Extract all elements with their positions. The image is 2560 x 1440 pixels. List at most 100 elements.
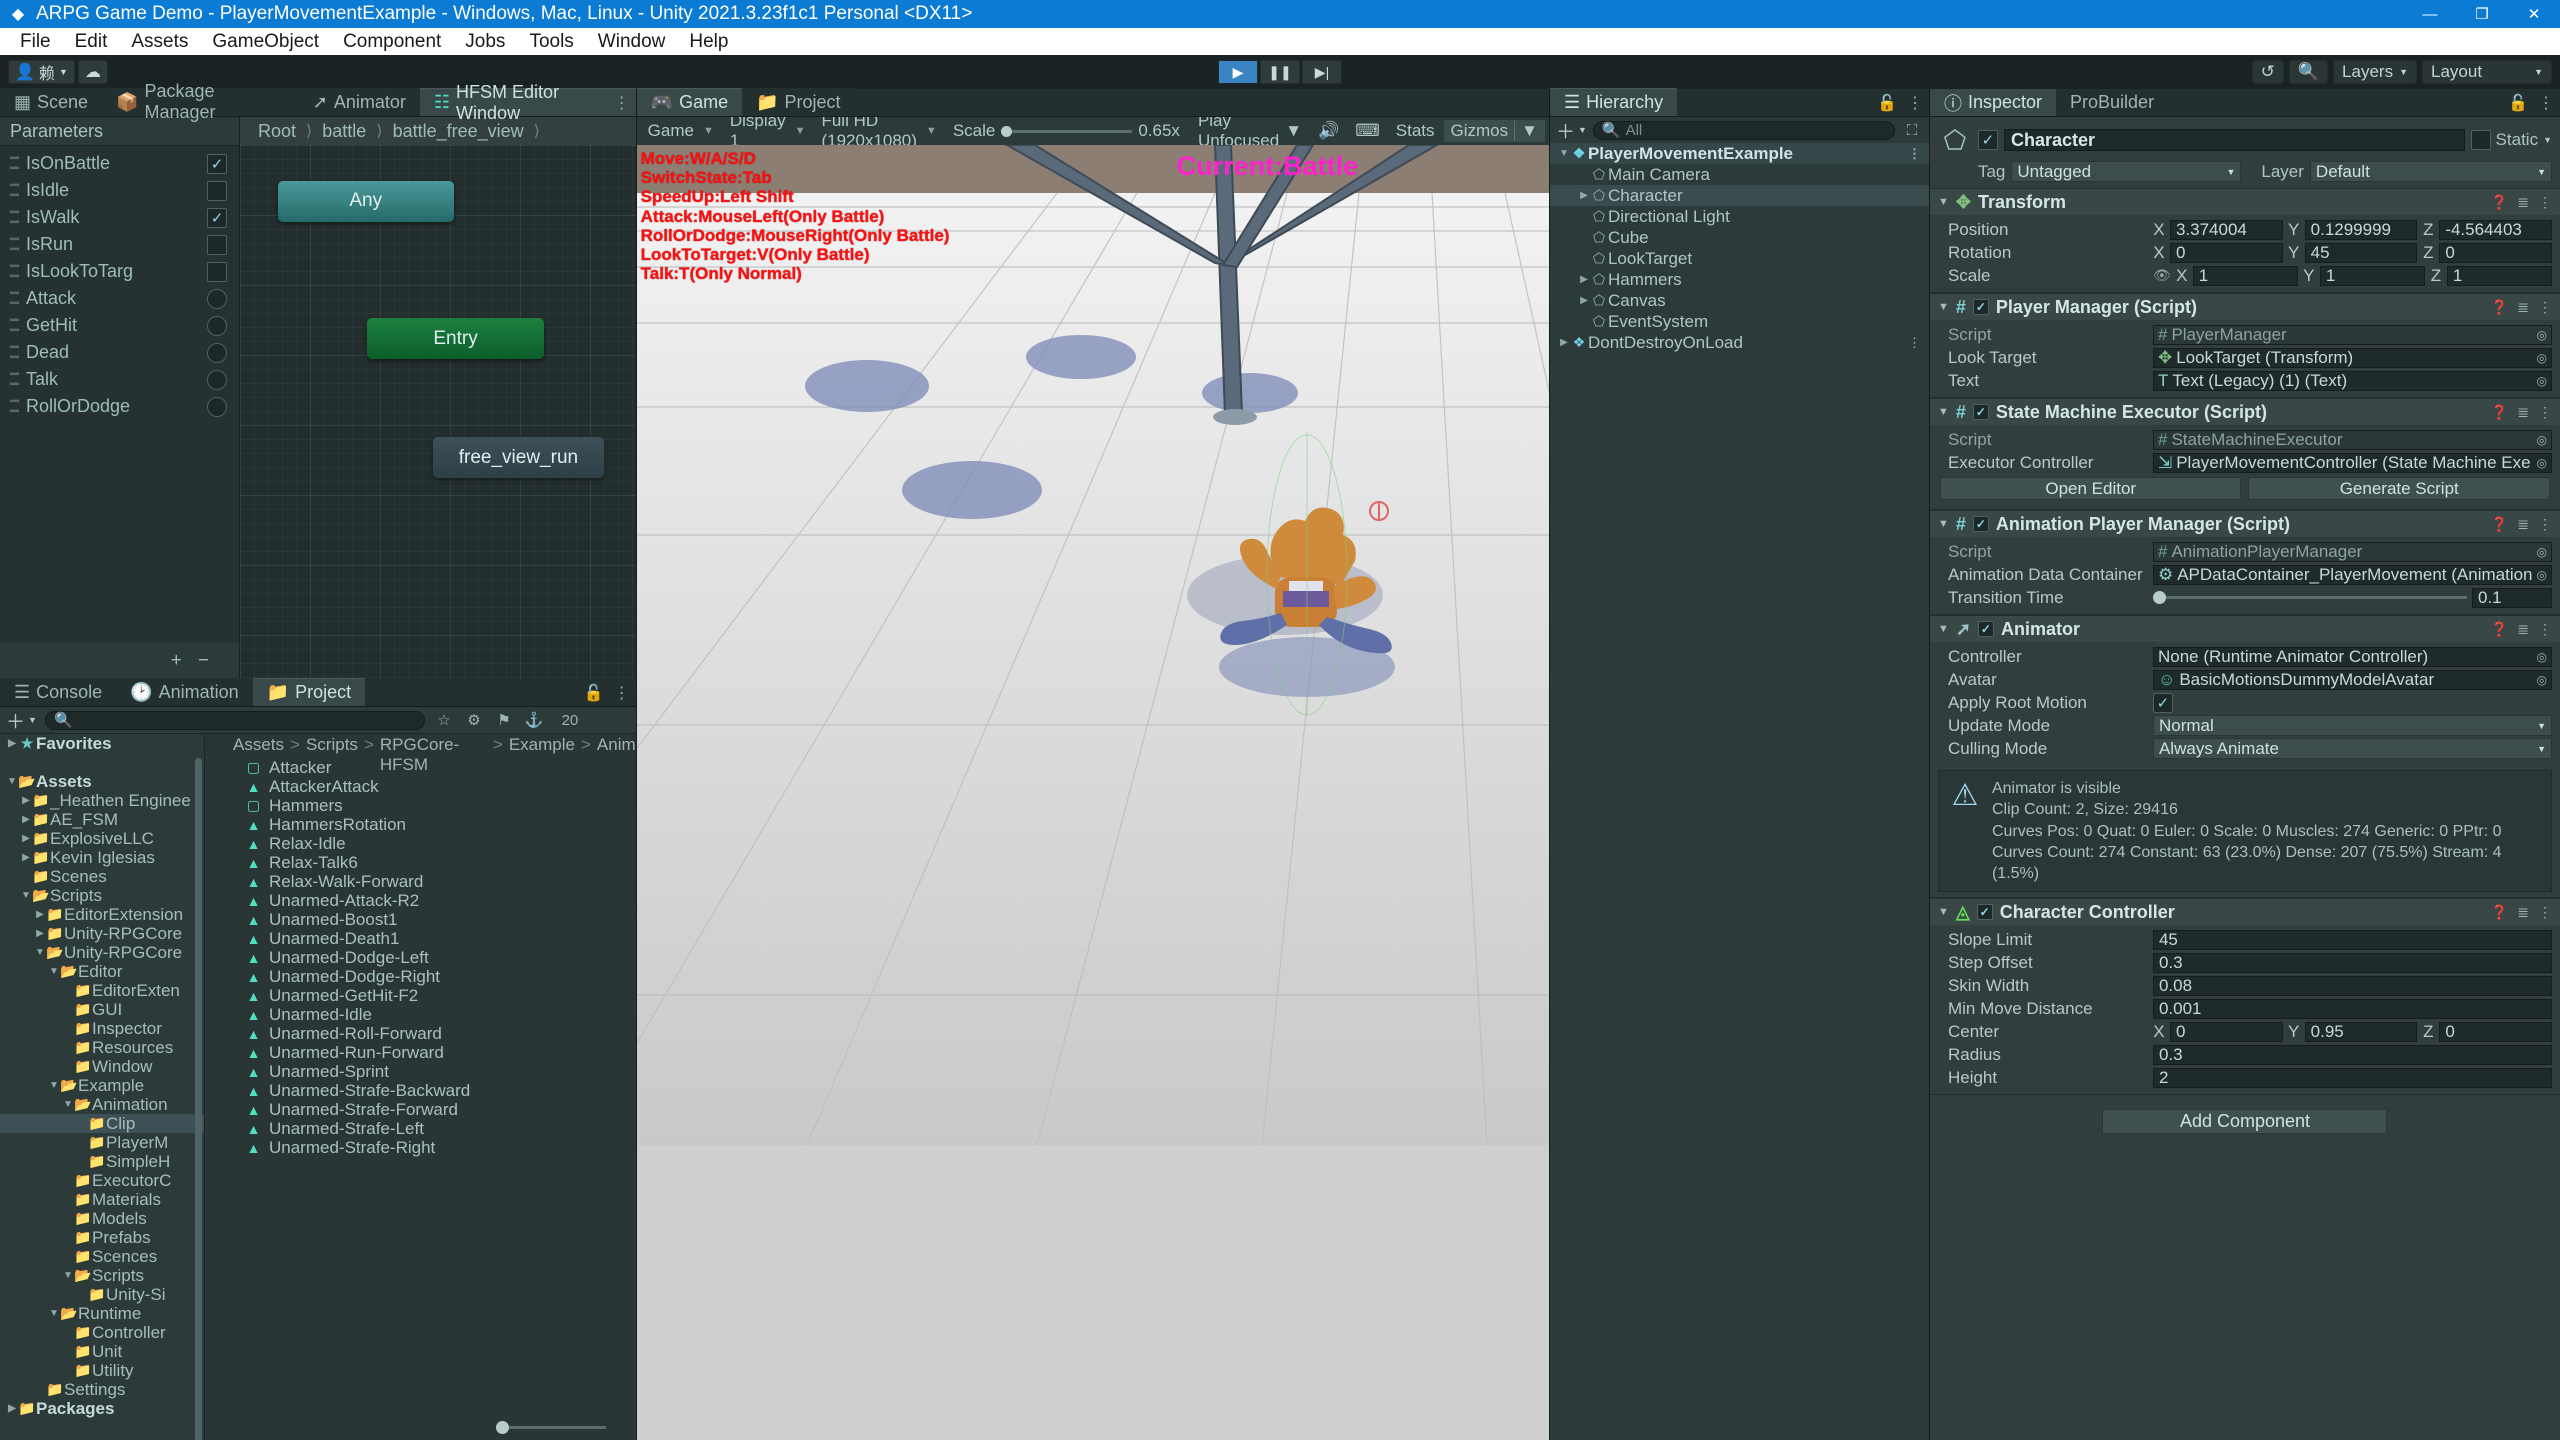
search-button[interactable]: 🔍: [2288, 60, 2329, 84]
resolution-dropdown[interactable]: Full HD (1920x1080) ▼: [814, 111, 944, 150]
hierarchy-item[interactable]: ⬠ EventSystem: [1550, 311, 1929, 332]
parameter-row[interactable]: ━ ━ Attack: [0, 285, 239, 312]
field-value[interactable]: 0.001: [2152, 998, 2552, 1019]
project-tree-item[interactable]: ▶ 📁 EditorExtension: [0, 905, 204, 924]
open-editor-button[interactable]: Open Editor: [1939, 477, 2242, 500]
asset-list-item[interactable]: ▲ Relax-Walk-Forward: [205, 872, 636, 891]
project-tree-item[interactable]: ▶ 📁 AE_FSM: [0, 810, 204, 829]
drag-handle-icon[interactable]: ━ ━: [10, 259, 26, 284]
sme-enabled-checkbox[interactable]: ✓: [1972, 404, 1989, 420]
lock-icon[interactable]: 🔓: [2508, 93, 2528, 113]
kebab-menu-icon[interactable]: ⋮: [2538, 404, 2552, 421]
hierarchy-item[interactable]: ▶ ⬠ Canvas: [1550, 290, 1929, 311]
scale-slider[interactable]: Scale 0.65x: [945, 120, 1187, 142]
tab-package-manager[interactable]: 📦 Package Manager: [102, 81, 299, 122]
tab-hfsm-editor-window[interactable]: ☷ HFSM Editor Window: [419, 82, 636, 123]
drag-handle-icon[interactable]: ━ ━: [10, 340, 26, 365]
project-tree-item[interactable]: 📁 Materials: [0, 1190, 204, 1209]
add-component-button[interactable]: Add Component: [2102, 1109, 2388, 1135]
cc-enabled-checkbox[interactable]: ✓: [1976, 904, 1993, 921]
filter-star-icon[interactable]: ☆: [433, 710, 455, 730]
parameter-row[interactable]: ━ ━ Dead: [0, 339, 239, 366]
field-value[interactable]: 0.08: [2152, 975, 2552, 996]
foldout-icon[interactable]: ▶: [20, 814, 32, 825]
help-icon[interactable]: ❓: [2491, 516, 2508, 533]
add-parameter-button[interactable]: +: [171, 650, 182, 672]
hierarchy-item[interactable]: ⬠ Directional Light: [1550, 206, 1929, 227]
position-x-field[interactable]: 3.374004: [2169, 219, 2283, 240]
asset-list-item[interactable]: ▲ Unarmed-Strafe-Right: [205, 1138, 636, 1157]
transition-time-field[interactable]: 0.1: [2472, 587, 2552, 608]
project-tree-item[interactable]: ▶ 📁 Packages: [0, 1399, 204, 1418]
hfsm-graph-canvas[interactable]: AnyEntryfree_view_idlefree_view_runfree_…: [240, 145, 636, 679]
hfsm-transition-line[interactable]: [520, 294, 540, 295]
tab-probuilder[interactable]: ProBuilder: [2056, 89, 2169, 116]
project-tree-item[interactable]: ▼ 📂 Runtime: [0, 1304, 204, 1323]
stats-button[interactable]: Stats: [1389, 120, 1442, 142]
gizmos-button[interactable]: Gizmos ▼: [1443, 120, 1545, 142]
project-tree-item[interactable]: ▼ 📂 Unity-RPGCore: [0, 943, 204, 962]
asset-list-item[interactable]: ▲ Unarmed-Death1: [205, 929, 636, 948]
kebab-menu-icon[interactable]: ⋮: [2538, 516, 2552, 533]
menu-item-tools[interactable]: Tools: [517, 29, 585, 55]
asset-list-item[interactable]: ▲ Unarmed-Idle: [205, 1005, 636, 1024]
project-tree-item[interactable]: 📁 Settings: [0, 1380, 204, 1399]
game-viewport[interactable]: Move:W/A/S/D SwitchState:Tab SpeedUp:Left …: [636, 145, 1549, 1440]
project-tree-item[interactable]: ▶ 📁 Kevin Iglesias: [0, 848, 204, 867]
hierarchy-item[interactable]: ⬠ Main Camera: [1550, 164, 1929, 185]
filter-label-icon[interactable]: ⚑: [493, 710, 515, 730]
character-controller-header[interactable]: ▼ ◬ ✓ Character Controller ❓ ≣ ⋮: [1929, 899, 2560, 926]
project-path-item[interactable]: Scripts: [306, 735, 358, 755]
asset-list-item[interactable]: ▲ Relax-Talk6: [205, 853, 636, 872]
project-tree-item[interactable]: 📁 Inspector: [0, 1019, 204, 1038]
foldout-icon[interactable]: ▼: [48, 1308, 60, 1319]
foldout-icon[interactable]: ▼: [62, 1270, 74, 1281]
object-picker-icon[interactable]: ◎: [2537, 433, 2547, 447]
update-mode-dropdown[interactable]: Normal ▼: [2152, 715, 2552, 736]
game-mode-dropdown[interactable]: Game ▼: [640, 120, 721, 142]
project-tree-item[interactable]: 📁 EditorExten: [0, 981, 204, 1000]
drag-handle-icon[interactable]: ━ ━: [10, 232, 26, 257]
tag-dropdown[interactable]: Untagged ▼: [2011, 161, 2242, 182]
display-dropdown[interactable]: Display 1 ▼: [722, 111, 813, 150]
project-tree-item[interactable]: ▼ 📂 Assets: [0, 772, 204, 791]
scale-x-field[interactable]: 1: [2192, 265, 2298, 286]
parameter-trigger[interactable]: [207, 288, 227, 309]
foldout-icon[interactable]: ▼: [1938, 623, 1949, 635]
foldout-icon[interactable]: ▶: [1578, 274, 1590, 285]
open-in-new-window-icon[interactable]: ⛶: [1901, 120, 1923, 140]
object-picker-icon[interactable]: ◎: [2537, 374, 2547, 388]
rotation-x-field[interactable]: 0: [2169, 242, 2283, 263]
account-button[interactable]: 👤 赖 ▼: [8, 60, 75, 84]
panel-menu-icon[interactable]: ⋮: [614, 683, 630, 703]
object-picker-icon[interactable]: ◎: [2537, 673, 2547, 687]
tab-project-secondary[interactable]: 📁 Project: [742, 88, 855, 116]
asset-list-item[interactable]: ▲ Unarmed-Roll-Forward: [205, 1024, 636, 1043]
help-icon[interactable]: ❓: [2491, 404, 2508, 421]
tab-inspector[interactable]: ⓘ Inspector: [1929, 89, 2057, 116]
menu-item-edit[interactable]: Edit: [63, 29, 120, 55]
menu-item-gameobject[interactable]: GameObject: [200, 29, 331, 55]
asset-list-item[interactable]: ▲ AttackerAttack: [205, 777, 636, 796]
mute-audio-button[interactable]: 🔊: [1311, 120, 1346, 142]
animator-controller-field[interactable]: None (Runtime Animator Controller) ◎: [2152, 646, 2552, 667]
remove-parameter-button[interactable]: −: [198, 650, 209, 672]
project-tree-item[interactable]: 📁 Models: [0, 1209, 204, 1228]
layout-dropdown[interactable]: Layout ▼: [2422, 60, 2552, 84]
position-y-field[interactable]: 0.1299999: [2304, 219, 2418, 240]
parameter-row[interactable]: ━ ━ IsIdle: [0, 177, 239, 204]
asset-list-item[interactable]: ▢ Attacker: [205, 758, 636, 777]
project-folder-tree[interactable]: ▶ ★ Favorites ▼ 📂 Assets ▶ 📁 _Heathen Enginee ▶ 📁 A…: [0, 734, 205, 1440]
center-x-field[interactable]: 0: [2169, 1021, 2283, 1042]
hierarchy-item[interactable]: ▶ ❖ DontDestroyOnLoad ⋮: [1550, 332, 1929, 353]
asset-list-item[interactable]: ▢ Hammers: [205, 796, 636, 815]
height-field[interactable]: 2: [2152, 1067, 2552, 1088]
asset-list-item[interactable]: ▲ Unarmed-Dodge-Right: [205, 967, 636, 986]
gameobject-enabled-checkbox[interactable]: ✓: [1977, 130, 1998, 150]
field-value[interactable]: 45: [2152, 929, 2552, 950]
scale-z-field[interactable]: 1: [2446, 265, 2552, 286]
animator-header[interactable]: ▼ ➚ ✓ Animator ❓ ≣ ⋮: [1929, 616, 2560, 642]
parameter-row[interactable]: ━ ━ RollOrDodge: [0, 393, 239, 420]
cloud-button[interactable]: ☁: [77, 60, 108, 84]
preset-icon[interactable]: ≣: [2517, 299, 2529, 316]
